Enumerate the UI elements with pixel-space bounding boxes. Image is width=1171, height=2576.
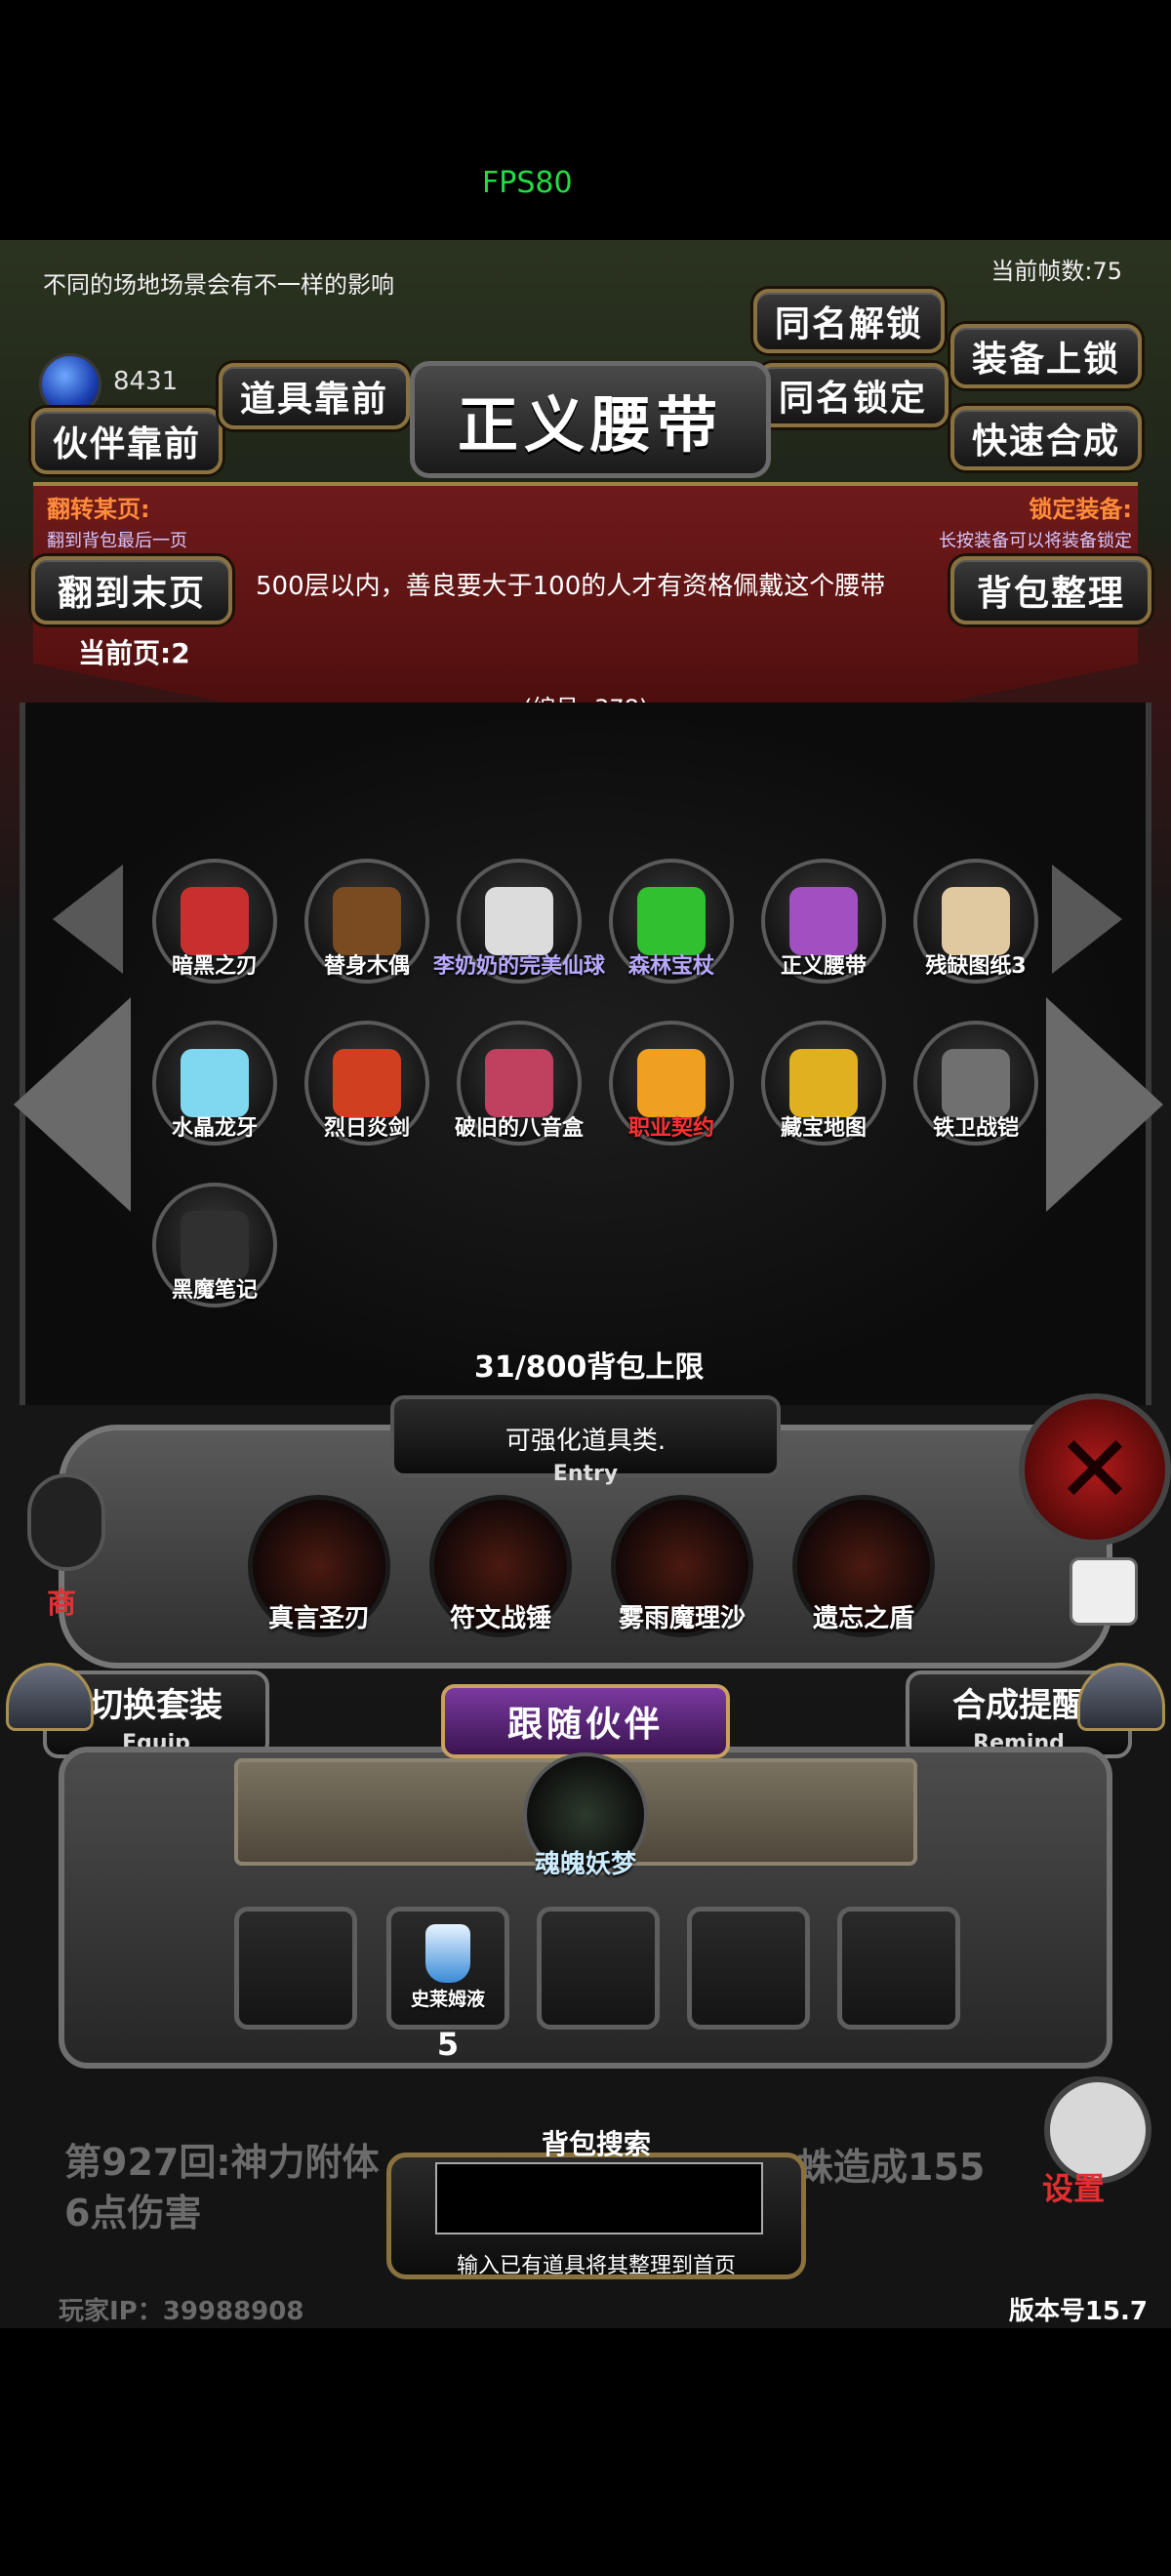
inventory-item-name: 烈日炎剑 [323, 1116, 410, 1141]
flip-page-label: 翻转某页: [47, 496, 150, 523]
frame-count: 当前帧数:75 [990, 258, 1122, 285]
partner-front-button[interactable]: 伙伴靠前 [31, 408, 222, 474]
equipped-item-name: 真言圣刃 [267, 1604, 370, 1633]
shop-label: 商 [47, 1587, 76, 1621]
same-name-unlock-label: 同名解锁 [774, 304, 923, 344]
entry-subtitle: Entry [552, 1462, 619, 1486]
inventory-item-name: 铁卫战铠 [932, 1116, 1019, 1141]
quick-synth-button[interactable]: 快速合成 [950, 406, 1142, 470]
bag-capacity: 31/800背包上限 [474, 1350, 705, 1385]
bag-search-input[interactable] [435, 2162, 763, 2234]
inventory-item-name: 森林宝杖 [627, 954, 714, 979]
item-title-plate: 正义腰带 [410, 361, 771, 478]
treasure-map-icon [789, 1049, 858, 1117]
equipped-item-name: 符文战锤 [449, 1604, 551, 1633]
partner-front-label: 伙伴靠前 [52, 424, 201, 464]
item-title: 正义腰带 [457, 389, 723, 461]
version-number: 版本号15.7 [1008, 2297, 1148, 2326]
quick-item-slot[interactable] [837, 1907, 960, 2030]
shop-icon[interactable] [27, 1473, 105, 1571]
inventory-item-name: 李奶奶的完美仙球 [432, 954, 605, 979]
follow-partner-button[interactable]: 跟随伙伴 [441, 1684, 730, 1758]
gem-count: 8431 [113, 367, 179, 396]
bag-search-hint: 输入已有道具将其整理到首页 [456, 2254, 736, 2278]
inventory-item-name: 黑魔笔记 [171, 1278, 258, 1303]
fairy-ball-icon [485, 887, 553, 955]
music-box-icon [485, 1049, 553, 1117]
gem-icon [39, 353, 101, 416]
item-front-button[interactable]: 道具靠前 [219, 363, 410, 429]
prev-page-small-arrow-icon[interactable] [53, 865, 123, 974]
quick-item-count: 5 [436, 2026, 460, 2063]
quick-item-slot[interactable] [687, 1907, 810, 2030]
equip-lock-label: 装备上锁 [971, 340, 1120, 380]
partner-name: 魂魄妖梦 [534, 1850, 636, 1879]
wooden-puppet-icon [333, 887, 401, 955]
scroll-icon [942, 887, 1010, 955]
inventory-item-name: 藏宝地图 [780, 1116, 867, 1141]
current-page: 当前页:2 [78, 637, 190, 669]
potion-icon [425, 1924, 470, 1983]
quick-synth-label: 快速合成 [971, 422, 1120, 462]
bottom-black-bar [0, 2328, 1171, 2576]
equipped-item-name: 遗忘之盾 [812, 1604, 914, 1633]
inventory-item-name: 残缺图纸3 [925, 954, 1027, 979]
fps-counter: FPS80 [482, 166, 573, 200]
lock-equip-label: 锁定装备: [1029, 496, 1132, 523]
close-x-icon: ✕ [1055, 1415, 1135, 1524]
crystal-fang-icon [181, 1049, 249, 1117]
next-page-arrow-icon[interactable] [1046, 997, 1163, 1212]
bag-sort-label: 背包整理 [976, 574, 1125, 614]
battle-log-tail: 蛛造成155 [796, 2146, 986, 2189]
iron-armor-icon [942, 1049, 1010, 1117]
inventory-item-name: 职业契约 [627, 1116, 714, 1141]
flame-sword-icon [333, 1049, 401, 1117]
contract-icon [637, 1049, 706, 1117]
equip-lock-button[interactable]: 装备上锁 [950, 324, 1142, 388]
dice-icon[interactable] [1070, 1557, 1138, 1626]
lock-equip-sub: 长按装备可以将装备锁定 [939, 531, 1132, 551]
scene-hint-text: 不同的场地场景会有不一样的影响 [43, 271, 394, 299]
same-name-lock-button[interactable]: 同名锁定 [757, 363, 949, 427]
dark-blade-icon [181, 887, 249, 955]
inventory-item-name: 正义腰带 [780, 954, 867, 979]
bag-search-title: 背包搜索 [541, 2128, 651, 2160]
close-button[interactable]: ✕ [1019, 1393, 1171, 1546]
follow-partner-label: 跟随伙伴 [506, 1705, 664, 1745]
entry-title: 可强化道具类. [505, 1427, 666, 1456]
equipped-item-name: 雾雨魔理沙 [618, 1604, 746, 1633]
quick-item-slot[interactable] [537, 1907, 660, 2030]
justice-belt-icon [789, 887, 858, 955]
flip-page-sub: 翻到背包最后一页 [47, 531, 187, 551]
player-ip: 玩家IP：39988908 [59, 2297, 304, 2326]
quick-item-slot[interactable] [234, 1907, 357, 2030]
inventory-item-name: 破旧的八音盒 [454, 1116, 584, 1141]
item-front-label: 道具靠前 [239, 380, 388, 420]
item-description: 500层以内，善良要大于100的人才有资格佩戴这个腰带 [256, 572, 886, 601]
black-notebook-icon [181, 1211, 249, 1279]
settings-label: 设置 [1042, 2170, 1106, 2207]
inventory-item-name: 替身木偶 [323, 954, 410, 979]
inventory-item-name: 暗黑之刃 [171, 954, 258, 979]
flip-to-last-label: 翻到末页 [57, 574, 206, 614]
status-bar: FPS80 [0, 0, 1171, 240]
quick-item-name: 史莱姆液 [410, 1989, 485, 2010]
inventory-item-name: 水晶龙牙 [171, 1116, 258, 1141]
same-name-unlock-button[interactable]: 同名解锁 [753, 289, 945, 353]
flip-to-last-button[interactable]: 翻到末页 [31, 556, 232, 624]
same-name-lock-label: 同名锁定 [778, 379, 927, 419]
prev-page-arrow-icon[interactable] [14, 997, 131, 1212]
forest-staff-icon [637, 887, 706, 955]
bag-sort-button[interactable]: 背包整理 [950, 556, 1151, 624]
